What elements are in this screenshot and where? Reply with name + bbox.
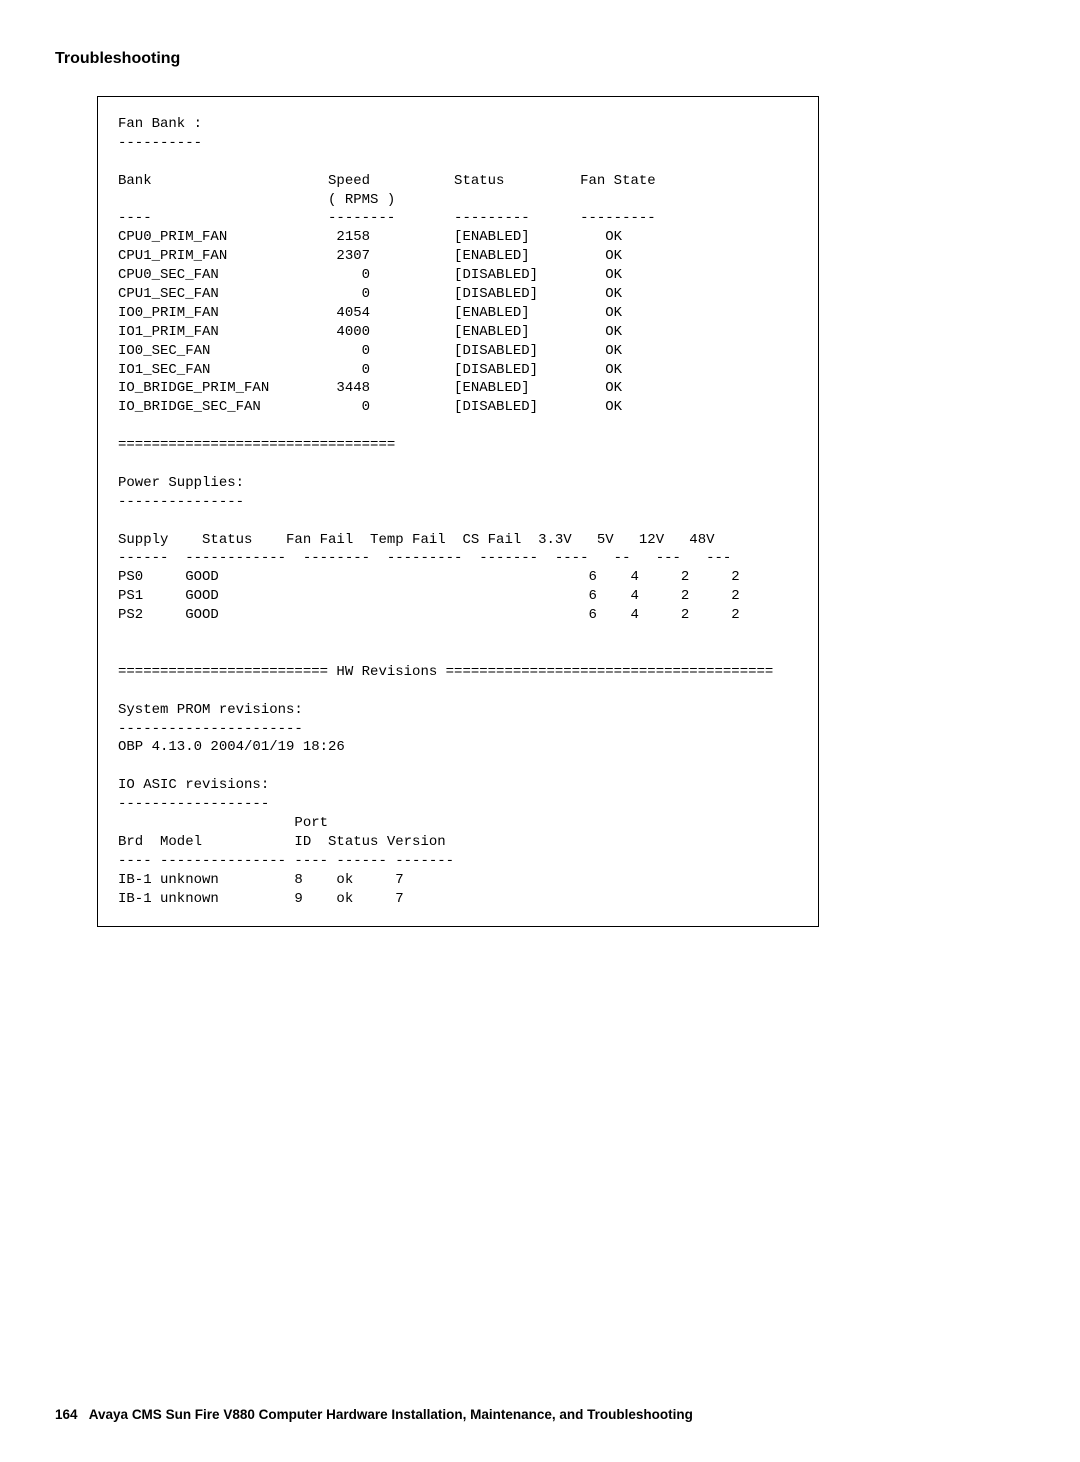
page: Troubleshooting Fan Bank : ---------- Ba… — [0, 0, 1080, 1462]
page-footer: 164 Avaya CMS Sun Fire V880 Computer Har… — [55, 1407, 1025, 1422]
page-number: 164 — [55, 1407, 78, 1422]
footer-title: Avaya CMS Sun Fire V880 Computer Hardwar… — [89, 1407, 693, 1422]
terminal-output: Fan Bank : ---------- Bank Speed Status … — [97, 96, 819, 927]
section-heading: Troubleshooting — [55, 50, 1025, 68]
